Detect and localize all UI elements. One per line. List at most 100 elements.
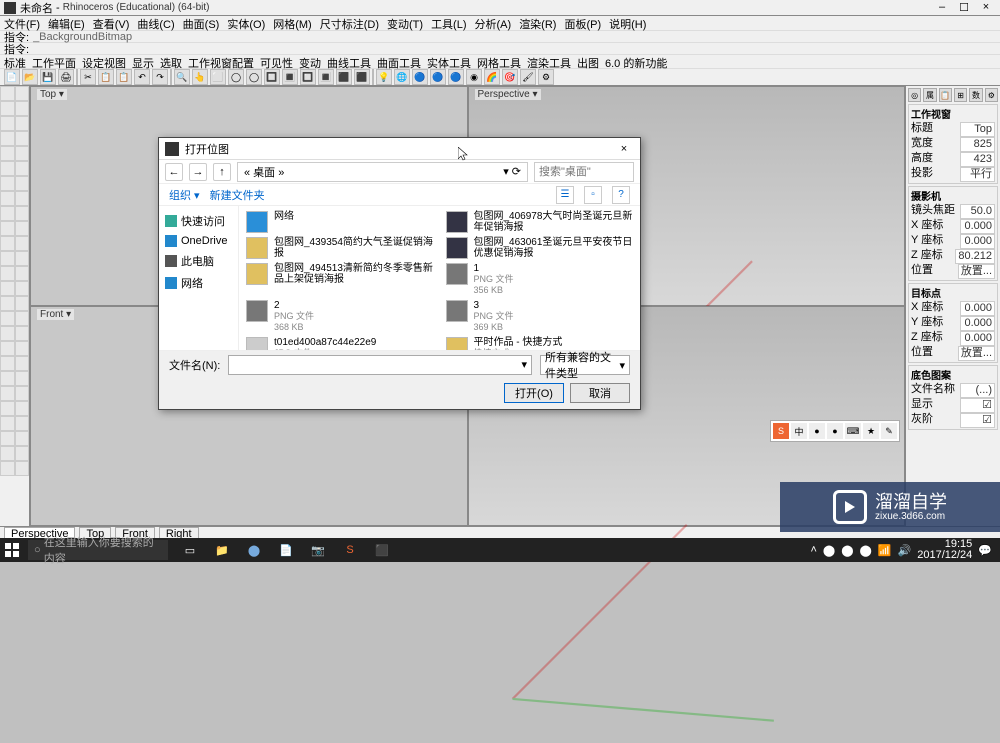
tool-9-0[interactable] bbox=[0, 221, 15, 236]
tool-1-0[interactable] bbox=[0, 101, 15, 116]
tool-12-0[interactable] bbox=[0, 266, 15, 281]
tool-7-0[interactable] bbox=[0, 191, 15, 206]
rp-tab-1[interactable]: 属 bbox=[923, 88, 936, 102]
tool-25-0[interactable] bbox=[0, 461, 15, 476]
toolbar-btn-6[interactable]: 📋 bbox=[98, 69, 114, 85]
dialog-close-button[interactable]: × bbox=[614, 143, 634, 155]
menu2-变动[interactable]: 变动 bbox=[299, 55, 321, 68]
nav-forward-button[interactable]: → bbox=[189, 163, 207, 181]
minimize-button[interactable]: – bbox=[932, 1, 952, 15]
file-item[interactable]: 2PNG 文件368 KB bbox=[245, 299, 435, 334]
float-tool-s[interactable]: S bbox=[773, 423, 789, 439]
menu2-6.0 的新功能[interactable]: 6.0 的新功能 bbox=[605, 55, 667, 68]
menu2-实体工具[interactable]: 实体工具 bbox=[427, 55, 471, 68]
sidebar-item-0[interactable]: 快速访问 bbox=[163, 210, 234, 232]
toolbar-btn-25[interactable]: 🔵 bbox=[412, 69, 428, 85]
tool-8-0[interactable] bbox=[0, 206, 15, 221]
tool-18-0[interactable] bbox=[0, 356, 15, 371]
tool-17-0[interactable] bbox=[0, 341, 15, 356]
tool-2-0[interactable] bbox=[0, 116, 15, 131]
taskbar-app-1[interactable]: 📁 bbox=[208, 538, 236, 562]
command-line-2[interactable]: 指令: bbox=[0, 42, 1000, 54]
toolbar-btn-27[interactable]: 🔵 bbox=[448, 69, 464, 85]
file-item[interactable]: 包图网_494513清新简约冬季零售新品上架促销海报 bbox=[245, 262, 435, 297]
tool-21-0[interactable] bbox=[0, 401, 15, 416]
tray-icon-3[interactable]: ⬤ bbox=[860, 544, 872, 557]
tool-18-1[interactable] bbox=[15, 356, 30, 371]
tool-14-1[interactable] bbox=[15, 296, 30, 311]
tool-17-1[interactable] bbox=[15, 341, 30, 356]
tool-15-0[interactable] bbox=[0, 311, 15, 326]
toolbar-btn-21[interactable]: ⬛ bbox=[354, 69, 370, 85]
file-item[interactable]: 包图网_463061圣诞元旦平安夜节日优惠促销海报 bbox=[445, 236, 635, 260]
filetype-dropdown[interactable]: 所有兼容的文件类型 ▾ bbox=[540, 355, 630, 375]
organize-menu[interactable]: 组织 ▾ bbox=[169, 187, 200, 203]
rp-tab-0[interactable]: ◎ bbox=[908, 88, 921, 102]
tray-icon-1[interactable]: ⬤ bbox=[823, 544, 835, 557]
menu-渲染(R)[interactable]: 渲染(R) bbox=[519, 16, 556, 30]
toolbar-btn-31[interactable]: 🖌 bbox=[520, 69, 536, 85]
tool-3-1[interactable] bbox=[15, 131, 30, 146]
taskbar-app-4[interactable]: 📷 bbox=[304, 538, 332, 562]
toolbar-btn-7[interactable]: 📋 bbox=[116, 69, 132, 85]
menu2-曲面工具[interactable]: 曲面工具 bbox=[377, 55, 421, 68]
menu-编辑(E)[interactable]: 编辑(E) bbox=[48, 16, 85, 30]
toolbar-btn-26[interactable]: 🔵 bbox=[430, 69, 446, 85]
menu2-选取[interactable]: 选取 bbox=[160, 55, 182, 68]
tray-icon-2[interactable]: ⬤ bbox=[841, 544, 853, 557]
rp-tab-4[interactable]: 数 bbox=[969, 88, 982, 102]
toolbar-btn-0[interactable]: 📄 bbox=[4, 69, 20, 85]
tray-network-icon[interactable]: 📶 bbox=[878, 544, 892, 557]
viewport-top-label[interactable]: Top ▾ bbox=[37, 89, 67, 100]
file-item[interactable]: 平时作品 - 快捷方式快捷方式672 字节 bbox=[445, 336, 635, 350]
tool-12-1[interactable] bbox=[15, 266, 30, 281]
toolbar-btn-29[interactable]: 🌈 bbox=[484, 69, 500, 85]
dialog-search-input[interactable] bbox=[534, 162, 634, 182]
sidebar-item-3[interactable]: 网络 bbox=[163, 272, 234, 294]
taskbar-app-2[interactable]: ⬤ bbox=[240, 538, 268, 562]
toolbar-btn-15[interactable]: ◯ bbox=[246, 69, 262, 85]
tool-15-1[interactable] bbox=[15, 311, 30, 326]
toolbar-btn-13[interactable]: ⬜ bbox=[210, 69, 226, 85]
taskbar-app-6[interactable]: ⬛ bbox=[368, 538, 396, 562]
toolbar-btn-12[interactable]: 👆 bbox=[192, 69, 208, 85]
toolbar-btn-11[interactable]: 🔍 bbox=[174, 69, 190, 85]
file-item[interactable]: 3PNG 文件369 KB bbox=[445, 299, 635, 334]
tool-1-1[interactable] bbox=[15, 101, 30, 116]
tool-6-1[interactable] bbox=[15, 176, 30, 191]
tool-10-0[interactable] bbox=[0, 236, 15, 251]
taskbar-clock[interactable]: 19:15 2017/12/24 bbox=[917, 539, 972, 561]
tool-22-0[interactable] bbox=[0, 416, 15, 431]
float-tool-4[interactable]: ⌨ bbox=[845, 423, 861, 439]
tray-up-icon[interactable]: ˄ bbox=[810, 544, 816, 556]
menu-查看(V)[interactable]: 查看(V) bbox=[93, 16, 130, 30]
start-button[interactable] bbox=[0, 538, 24, 562]
toolbar-btn-16[interactable]: 🔲 bbox=[264, 69, 280, 85]
filename-input[interactable]: ▾ bbox=[228, 355, 532, 375]
toolbar-btn-28[interactable]: ◉ bbox=[466, 69, 482, 85]
menu2-显示[interactable]: 显示 bbox=[132, 55, 154, 68]
tray-volume-icon[interactable]: 🔊 bbox=[898, 544, 912, 557]
toolbar-btn-32[interactable]: ⚙ bbox=[538, 69, 554, 85]
file-item[interactable]: t01ed400a87c44e22e9JPG 文件303 KB bbox=[245, 336, 435, 350]
nav-up-button[interactable]: ↑ bbox=[213, 163, 231, 181]
viewport-front-label[interactable]: Front ▾ bbox=[37, 309, 74, 320]
tool-2-1[interactable] bbox=[15, 116, 30, 131]
menu-分析(A)[interactable]: 分析(A) bbox=[475, 16, 512, 30]
taskbar-app-5[interactable]: S bbox=[336, 538, 364, 562]
tool-0-0[interactable] bbox=[0, 86, 15, 101]
menu2-出图[interactable]: 出图 bbox=[577, 55, 599, 68]
tool-7-1[interactable] bbox=[15, 191, 30, 206]
taskview-icon[interactable]: ▭ bbox=[176, 538, 204, 562]
tool-24-0[interactable] bbox=[0, 446, 15, 461]
menu2-渲染工具[interactable]: 渲染工具 bbox=[527, 55, 571, 68]
tool-23-0[interactable] bbox=[0, 431, 15, 446]
menu2-网格工具[interactable]: 网格工具 bbox=[477, 55, 521, 68]
tool-24-1[interactable] bbox=[15, 446, 30, 461]
taskbar-app-3[interactable]: 📄 bbox=[272, 538, 300, 562]
toolbar-btn-19[interactable]: 🔳 bbox=[318, 69, 334, 85]
tool-6-0[interactable] bbox=[0, 176, 15, 191]
preview-icon[interactable]: ▫ bbox=[584, 186, 602, 204]
open-button[interactable]: 打开(O) bbox=[504, 383, 564, 403]
cancel-button[interactable]: 取消 bbox=[570, 383, 630, 403]
